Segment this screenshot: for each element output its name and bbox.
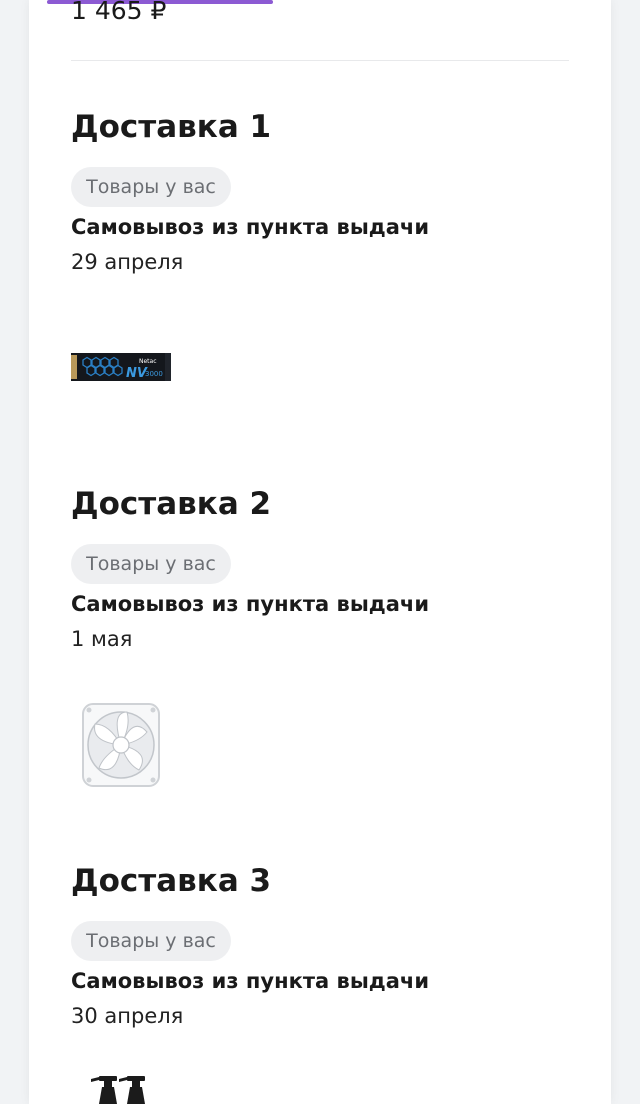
items-with-you-chip[interactable]: Товары у вас <box>71 167 231 207</box>
ssd-m2-product-image[interactable]: Netac NV 3000 <box>71 353 171 381</box>
order-details-card: 1 465 ₽ Доставка 1 Товары у вас Самовыво… <box>29 0 611 1104</box>
delivery-title: Доставка 1 <box>71 109 272 145</box>
delivery-group-3: Доставка 3 Товары у вас Самовывоз из пун… <box>71 861 571 1104</box>
items-with-you-chip[interactable]: Товары у вас <box>71 544 231 584</box>
delivery-title: Доставка 2 <box>71 486 272 522</box>
delivery-date: 29 апреля <box>71 250 184 274</box>
fan-product-image[interactable] <box>81 702 161 788</box>
delivery-method: Самовывоз из пункта выдачи <box>71 215 430 239</box>
svg-text:Netac: Netac <box>139 358 157 365</box>
spray-bottles-product-image[interactable] <box>87 1073 159 1104</box>
svg-text:3000: 3000 <box>145 370 163 378</box>
delivery-method: Самовывоз из пункта выдачи <box>71 969 430 993</box>
delivery-group-1: Доставка 1 Товары у вас Самовывоз из пун… <box>71 107 571 407</box>
delivery-method: Самовывоз из пункта выдачи <box>71 592 430 616</box>
delivery-group-2: Доставка 2 Товары у вас Самовывоз из пун… <box>71 484 571 804</box>
section-divider <box>71 60 569 61</box>
delivery-date: 30 апреля <box>71 1004 184 1028</box>
delivery-title: Доставка 3 <box>71 863 272 899</box>
delivery-date: 1 мая <box>71 627 133 651</box>
items-with-you-chip[interactable]: Товары у вас <box>71 921 231 961</box>
order-total-price: 1 465 ₽ <box>71 0 167 25</box>
